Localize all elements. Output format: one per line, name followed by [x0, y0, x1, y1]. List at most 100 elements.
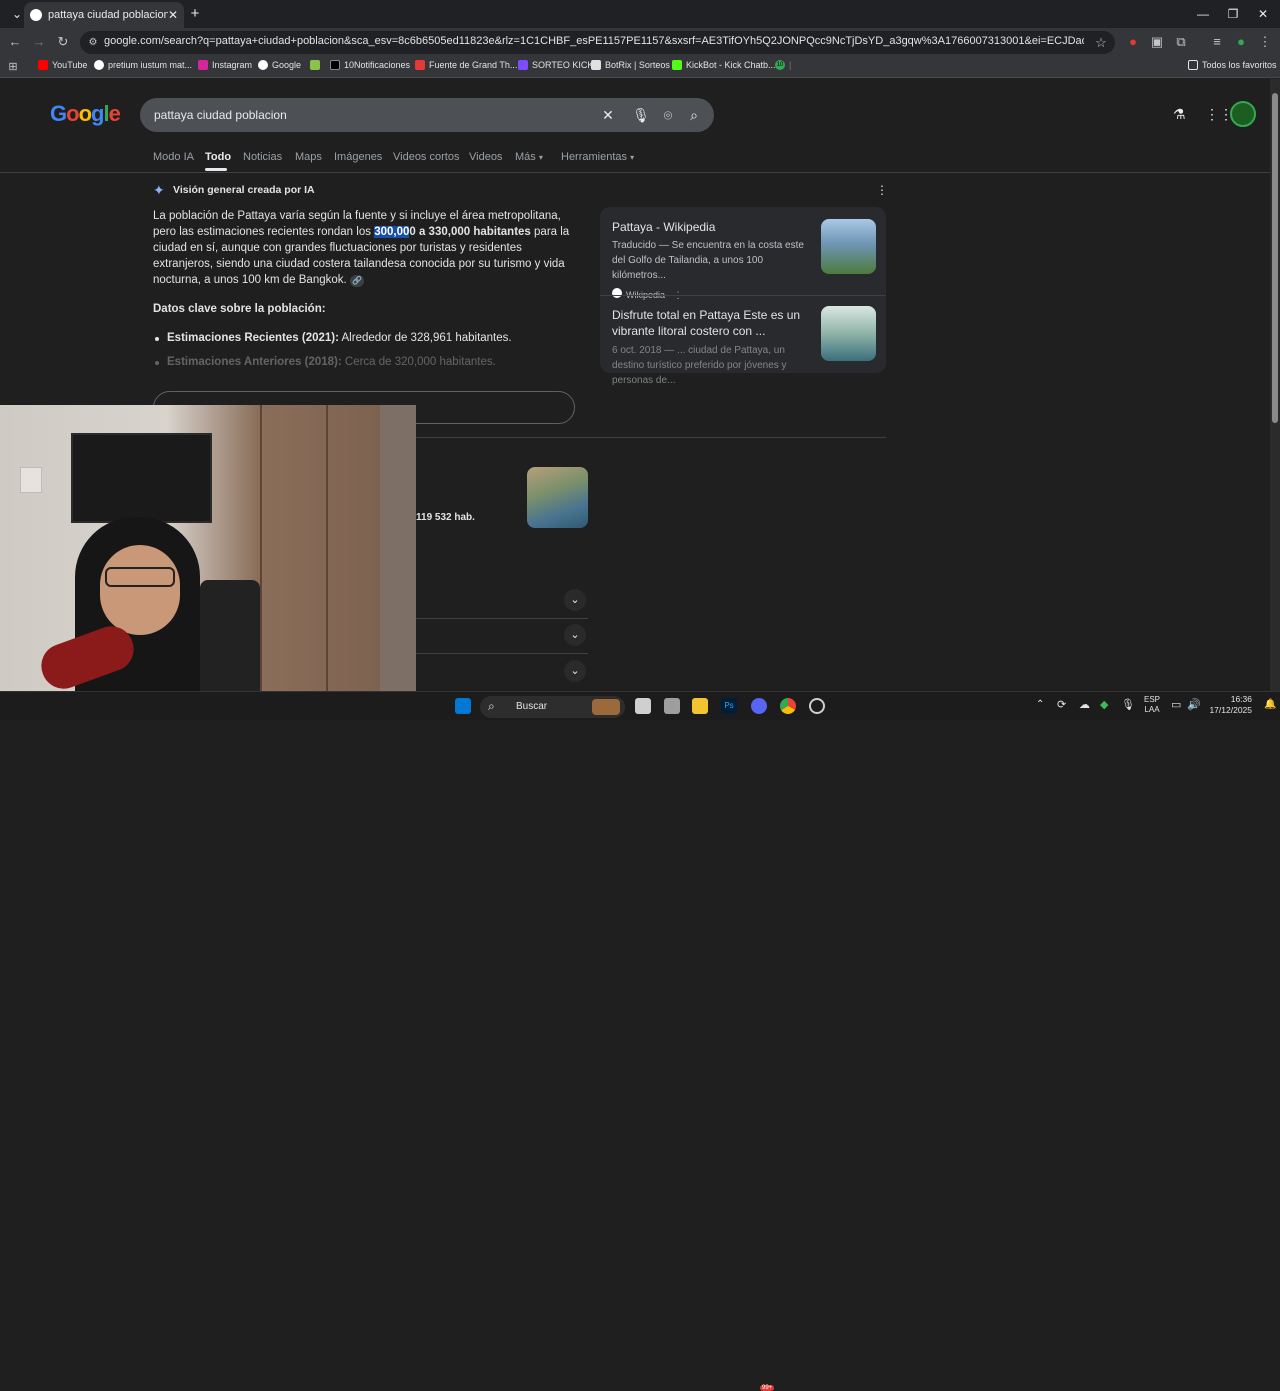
extension-icon[interactable]: ●	[1124, 33, 1142, 51]
task-view-icon[interactable]	[635, 698, 651, 714]
bookmark-label: Fuente de Grand Th...	[429, 60, 518, 70]
bullet-item: Estimaciones Anteriores (2018): Cerca de…	[167, 356, 496, 368]
source-card[interactable]: Pattaya - Wikipedia Traducido — Se encue…	[612, 220, 812, 301]
minimize-button[interactable]: —	[1188, 4, 1218, 24]
search-input[interactable]: pattaya ciudad poblacion	[154, 108, 287, 122]
new-tab-button[interactable]: +	[180, 4, 210, 24]
clear-icon[interactable]: ✕	[599, 106, 617, 124]
bookmark-10notificaciones[interactable]: 10Notificaciones	[330, 60, 410, 70]
notifications-icon[interactable]: 🔔	[1264, 699, 1276, 710]
close-window-button[interactable]: ✕	[1248, 4, 1278, 24]
obs-icon[interactable]	[809, 698, 825, 714]
city-thumbnail[interactable]	[527, 467, 588, 528]
lens-icon[interactable]: ⌾	[659, 106, 677, 124]
network-icon[interactable]: ▭	[1171, 698, 1181, 711]
language-indicator[interactable]: ESP LAA	[1144, 695, 1160, 715]
leaf-icon	[310, 60, 320, 70]
tray-app-icon[interactable]: ◆	[1100, 698, 1108, 711]
windows-start-icon[interactable]	[455, 698, 471, 714]
bullet-item: Estimaciones Recientes (2021): Alrededor…	[167, 332, 512, 344]
url-text: google.com/search?q=pattaya+ciudad+pobla…	[104, 35, 1084, 47]
media-control-icon[interactable]: ≡	[1208, 33, 1226, 51]
page-scrollbar[interactable]	[1270, 79, 1280, 691]
account-avatar[interactable]	[1230, 101, 1256, 127]
scrollbar-thumb[interactable]	[1272, 93, 1278, 423]
forward-icon[interactable]: →	[30, 33, 48, 51]
search-box[interactable]: pattaya ciudad poblacion ✕ 🎙 ⌾ ⌕	[140, 98, 714, 132]
restore-button[interactable]: ❐	[1218, 4, 1248, 24]
source-title[interactable]: Disfrute total en Pattaya Este es un vib…	[612, 307, 812, 339]
source-title[interactable]: Pattaya - Wikipedia	[612, 220, 812, 234]
tab-modo-ia[interactable]: Modo IA	[153, 151, 194, 163]
tab-imagenes[interactable]: Imágenes	[334, 151, 382, 163]
tab-herramientas[interactable]: Herramientas ▾	[561, 151, 634, 163]
site-info-icon[interactable]: ⚙	[84, 34, 102, 52]
source-card[interactable]: Disfrute total en Pattaya Este es un vib…	[612, 307, 812, 388]
more-options-icon[interactable]: ⋮	[876, 183, 888, 197]
tray-sync-icon[interactable]: ⟳	[1057, 698, 1066, 711]
all-bookmarks-label: Todos los favoritos	[1202, 60, 1277, 70]
browser-tab[interactable]: pattaya ciudad poblacion - Bus ✕	[24, 2, 184, 28]
source-snippet: Traducido — Se encuentra en la costa est…	[612, 240, 804, 281]
tab-videos[interactable]: Videos	[469, 151, 502, 163]
taskbar-search[interactable]: ⌕ Buscar	[480, 696, 625, 718]
cloud-icon[interactable]: ☁	[1079, 698, 1090, 711]
labs-flask-icon[interactable]: ⚗	[1173, 106, 1191, 124]
microphone-icon[interactable]: 🎙	[632, 106, 650, 124]
apps-grid-icon[interactable]: ⊞	[4, 58, 22, 76]
bullet-text: Alrededor de 328,961 habitantes.	[338, 332, 512, 344]
bookmark-badge[interactable]: 10 |	[775, 60, 791, 70]
chrome-icon[interactable]	[780, 698, 796, 714]
photoshop-icon[interactable]: Ps	[721, 698, 737, 714]
bookmark-pretium[interactable]: pretium iustum mat...	[94, 60, 192, 70]
bookmark-youtube[interactable]: YouTube	[38, 60, 87, 70]
clock-time: 16:36	[1230, 694, 1252, 704]
youtube-icon	[38, 60, 48, 70]
volume-icon[interactable]: 🔊	[1187, 698, 1201, 711]
expand-chevron-icon[interactable]: ⌄	[564, 660, 586, 682]
tab-mas[interactable]: Más ▾	[515, 151, 543, 163]
clock[interactable]: 16:36 17/12/2025	[1209, 694, 1252, 716]
reload-icon[interactable]: ↻	[54, 33, 72, 51]
card-separator	[600, 295, 886, 296]
tab-mas-label: Más	[515, 151, 536, 163]
bookmark-leaf[interactable]	[310, 60, 324, 70]
bookmark-kickbot[interactable]: KickBot - Kick Chatb...	[672, 60, 776, 70]
browser-toolbar: ← → ↻ ⚙ google.com/search?q=pattaya+ciud…	[0, 28, 1280, 56]
tab-todo[interactable]: Todo	[205, 151, 231, 163]
address-bar[interactable]: ⚙ google.com/search?q=pattaya+ciudad+pob…	[80, 31, 1115, 54]
bookmark-instagram[interactable]: Instagram	[198, 60, 252, 70]
tray-chevron-icon[interactable]: ⌃	[1036, 699, 1044, 710]
bookmark-fuente[interactable]: Fuente de Grand Th...	[415, 60, 517, 70]
bookmark-botrix[interactable]: BotRix | Sorteos	[591, 60, 670, 70]
expand-chevron-icon[interactable]: ⌄	[564, 589, 586, 611]
tab-videos-cortos[interactable]: Videos cortos	[393, 151, 459, 163]
bookmark-label: YouTube	[52, 60, 88, 70]
search-icon[interactable]: ⌕	[685, 106, 703, 124]
back-icon[interactable]: ←	[6, 33, 24, 51]
bookmark-star-icon[interactable]: ☆	[1092, 34, 1110, 52]
google-logo[interactable]: Google	[50, 101, 121, 127]
profile-avatar-icon[interactable]: ●	[1232, 33, 1250, 51]
menu-icon[interactable]: ⋮	[1256, 33, 1274, 51]
bullet-marker	[155, 337, 159, 341]
wikipedia-thumbnail[interactable]	[821, 219, 876, 274]
bookmark-google[interactable]: Google	[258, 60, 301, 70]
article-thumbnail[interactable]	[821, 306, 876, 361]
expand-chevron-icon[interactable]: ⌄	[564, 624, 586, 646]
wardrobe-edge	[260, 405, 262, 720]
tab-maps[interactable]: Maps	[295, 151, 322, 163]
close-tab-icon[interactable]: ✕	[168, 8, 178, 22]
file-explorer-icon[interactable]	[692, 698, 708, 714]
app-icon[interactable]	[664, 698, 680, 714]
bookmark-sorteo-kick[interactable]: SORTEO KICK	[518, 60, 593, 70]
link-icon[interactable]: 🔗	[349, 275, 364, 287]
apps-grid-icon[interactable]: ⋮⋮	[1205, 106, 1233, 124]
tab-noticias[interactable]: Noticias	[243, 151, 282, 163]
extensions-puzzle-icon[interactable]: ⧉	[1172, 33, 1190, 51]
person-face	[100, 545, 180, 635]
mic-tray-icon[interactable]: 🎙	[1121, 698, 1135, 711]
discord-icon[interactable]	[751, 698, 767, 714]
extension-2-icon[interactable]: ▣	[1148, 33, 1166, 51]
all-bookmarks[interactable]: Todos los favoritos	[1188, 60, 1277, 70]
